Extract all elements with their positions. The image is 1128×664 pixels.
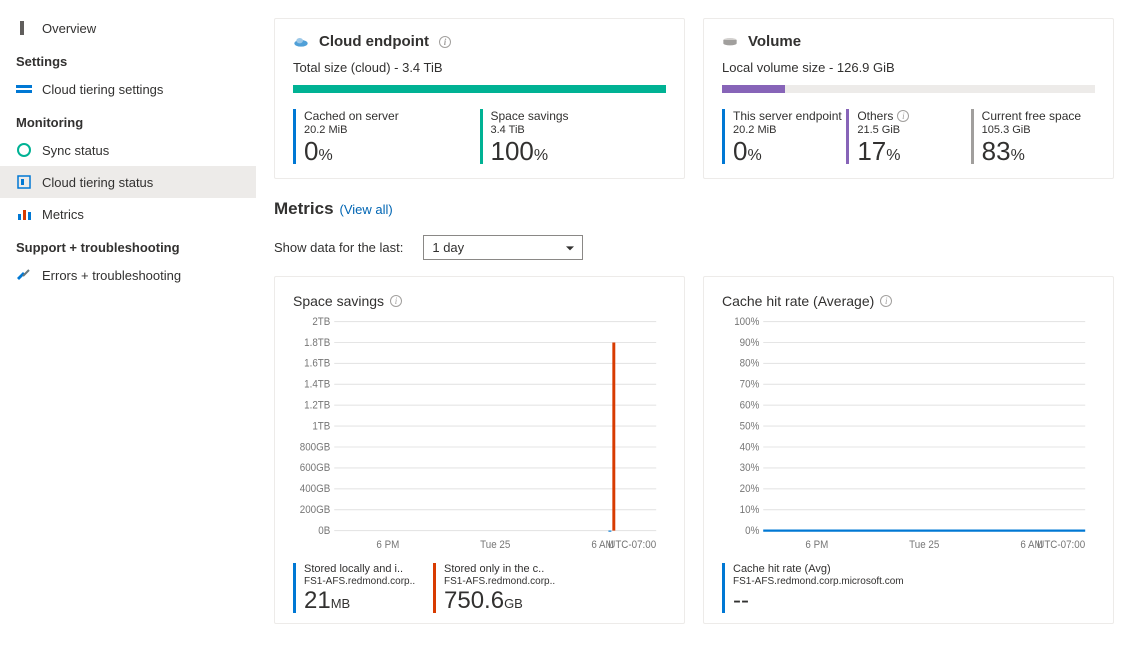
metrics-heading-text: Metrics	[274, 199, 334, 219]
svg-text:40%: 40%	[740, 442, 760, 454]
cloud-icon	[293, 34, 309, 50]
metrics-icon	[16, 206, 32, 222]
nav-cloud-tiering-settings[interactable]: Cloud tiering settings	[0, 73, 256, 105]
svg-text:1.8TB: 1.8TB	[304, 337, 330, 349]
nav-group-settings: Settings	[0, 44, 256, 73]
info-icon[interactable]: i	[897, 110, 909, 122]
nav-label: Sync status	[42, 143, 109, 158]
svg-text:100%: 100%	[734, 316, 759, 328]
svg-text:0%: 0%	[745, 525, 759, 537]
svg-text:600GB: 600GB	[300, 463, 331, 475]
server-icon	[16, 20, 32, 36]
stat-teal: Space savings3.4 TiB100%	[480, 109, 667, 164]
metrics-heading: Metrics (View all)	[274, 199, 1114, 219]
stat-gray: Current free space105.3 GiB83%	[971, 109, 1095, 164]
svg-text:1.2TB: 1.2TB	[304, 400, 330, 412]
space-savings-chart-card: Space savings i 0B 200GB 400GB 600GB 800GB 1T…	[274, 276, 685, 624]
svg-text:90%: 90%	[740, 337, 760, 349]
stat-orange: Stored only in the c..FS1-AFS.redmond.co…	[433, 563, 573, 613]
volume-usage-bar	[722, 85, 1095, 93]
svg-text:60%: 60%	[740, 400, 760, 412]
filter-label: Show data for the last:	[274, 240, 403, 255]
svg-text:70%: 70%	[740, 379, 760, 391]
volume-size: Local volume size - 126.9 GiB	[722, 60, 1095, 75]
svg-text:30%: 30%	[740, 463, 760, 475]
stat-blue: This server endpoint20.2 MiB0%	[722, 109, 846, 164]
stat-purple: Othersi21.5 GiB17%	[846, 109, 970, 164]
chart2-title: Cache hit rate (Average)	[722, 293, 874, 309]
nav-group-support: Support + troubleshooting	[0, 230, 256, 259]
main-content: Cloud endpoint i Total size (cloud) - 3.…	[256, 0, 1128, 664]
nav-cloud-tiering-status[interactable]: Cloud tiering status	[0, 166, 256, 198]
sidebar: Overview Settings Cloud tiering settings…	[0, 0, 256, 664]
nav-label: Cloud tiering settings	[42, 82, 163, 97]
space-savings-chart[interactable]: 0B 200GB 400GB 600GB 800GB 1TB 1.2TB 1.4TB 1.6TB…	[293, 315, 666, 557]
nav-errors-troubleshooting[interactable]: Errors + troubleshooting	[0, 259, 256, 291]
cache-hit-rate-chart[interactable]: 0% 10% 20% 30% 40% 50% 60% 70% 80% 90% 100% 6 PM Tue…	[722, 315, 1095, 557]
svg-text:UTC-07:00: UTC-07:00	[608, 540, 656, 552]
metrics-view-all-link[interactable]: (View all)	[340, 202, 393, 217]
svg-text:Tue 25: Tue 25	[909, 540, 939, 552]
nav-label: Metrics	[42, 207, 84, 222]
time-range-value: 1 day	[432, 240, 464, 255]
cloud-total-size: Total size (cloud) - 3.4 TiB	[293, 60, 666, 75]
card-title-text: Volume	[748, 33, 801, 50]
nav-metrics[interactable]: Metrics	[0, 198, 256, 230]
info-icon[interactable]: i	[880, 295, 892, 307]
nav-label: Cloud tiering status	[42, 175, 153, 190]
wrench-icon	[16, 267, 32, 283]
nav-label: Overview	[42, 21, 96, 36]
disk-icon	[722, 34, 738, 50]
card-title-text: Cloud endpoint	[319, 33, 429, 50]
info-icon[interactable]: i	[439, 36, 451, 48]
info-icon[interactable]: i	[390, 295, 402, 307]
sync-icon	[16, 142, 32, 158]
cache-hit-rate-chart-card: Cache hit rate (Average) i 0% 10% 20% 30% 40…	[703, 276, 1114, 624]
nav-overview[interactable]: Overview	[0, 12, 256, 44]
svg-text:200GB: 200GB	[300, 505, 331, 517]
svg-text:1.4TB: 1.4TB	[304, 379, 330, 391]
tiering-icon	[16, 81, 32, 97]
svg-text:20%: 20%	[740, 484, 760, 496]
svg-text:6 PM: 6 PM	[805, 540, 828, 552]
cloud-endpoint-card: Cloud endpoint i Total size (cloud) - 3.…	[274, 18, 685, 179]
stat-blue: Stored locally and i..FS1-AFS.redmond.co…	[293, 563, 433, 613]
svg-text:80%: 80%	[740, 358, 760, 370]
nav-sync-status[interactable]: Sync status	[0, 134, 256, 166]
stat-blue: Cached on server20.2 MiB0%	[293, 109, 480, 164]
cloud-usage-bar	[293, 85, 666, 93]
svg-text:10%: 10%	[740, 505, 760, 517]
time-range-select[interactable]: 1 day	[423, 235, 583, 260]
svg-text:2TB: 2TB	[312, 316, 330, 328]
svg-text:0B: 0B	[318, 525, 330, 537]
svg-text:UTC-07:00: UTC-07:00	[1037, 540, 1085, 552]
status-icon	[16, 174, 32, 190]
svg-text:Tue 25: Tue 25	[480, 540, 510, 552]
nav-group-monitoring: Monitoring	[0, 105, 256, 134]
svg-text:50%: 50%	[740, 421, 760, 433]
nav-label: Errors + troubleshooting	[42, 268, 181, 283]
svg-text:800GB: 800GB	[300, 442, 331, 454]
volume-card: Volume Local volume size - 126.9 GiB Thi…	[703, 18, 1114, 179]
svg-text:1.6TB: 1.6TB	[304, 358, 330, 370]
stat-blue: Cache hit rate (Avg)FS1-AFS.redmond.corp…	[722, 563, 904, 613]
svg-text:6 PM: 6 PM	[376, 540, 399, 552]
svg-text:1TB: 1TB	[312, 421, 330, 433]
chart1-title: Space savings	[293, 293, 384, 309]
svg-text:400GB: 400GB	[300, 484, 331, 496]
